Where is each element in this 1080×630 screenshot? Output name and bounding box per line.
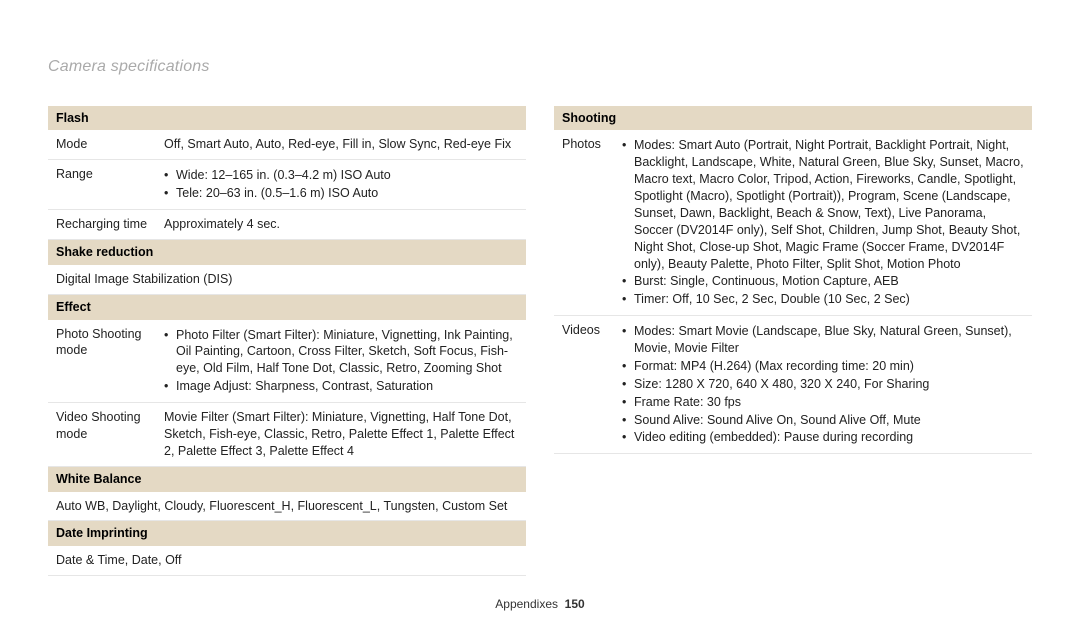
row-effect-video: Video Shooting mode Movie Filter (Smart … [48,403,526,467]
list-item: Wide: 12–165 in. (0.3–4.2 m) ISO Auto [164,167,518,184]
value-effect-video: Movie Filter (Smart Filter): Miniature, … [164,409,518,460]
section-flash-header: Flash [48,106,526,131]
section-effect-header: Effect [48,295,526,320]
left-column: Flash Mode Off, Smart Auto, Auto, Red-ey… [48,106,526,577]
value-flash-range: Wide: 12–165 in. (0.3–4.2 m) ISO Auto Te… [164,166,518,203]
page-title: Camera specifications [48,56,1032,78]
row-shooting-photos: Photos Modes: Smart Auto (Portrait, Nigh… [554,130,1032,316]
label-flash-range: Range [56,166,164,183]
list-item: Image Adjust: Sharpness, Contrast, Satur… [164,378,518,395]
label-flash-recharge: Recharging time [56,216,164,233]
row-shooting-videos: Videos Modes: Smart Movie (Landscape, Bl… [554,316,1032,454]
list-item: Tele: 20–63 in. (0.5–1.6 m) ISO Auto [164,185,518,202]
row-flash-recharge: Recharging time Approximately 4 sec. [48,210,526,240]
list-item: Modes: Smart Movie (Landscape, Blue Sky,… [622,323,1024,357]
columns: Flash Mode Off, Smart Auto, Auto, Red-ey… [48,106,1032,577]
right-column: Shooting Photos Modes: Smart Auto (Portr… [554,106,1032,577]
value-flash-recharge: Approximately 4 sec. [164,216,518,233]
value-flash-mode: Off, Smart Auto, Auto, Red-eye, Fill in,… [164,136,518,153]
list-item: Sound Alive: Sound Alive On, Sound Alive… [622,412,1024,429]
row-flash-mode: Mode Off, Smart Auto, Auto, Red-eye, Fil… [48,130,526,160]
row-date: Date & Time, Date, Off [48,546,526,576]
effect-photo-bullets: Photo Filter (Smart Filter): Miniature, … [164,327,518,396]
list-item: Frame Rate: 30 fps [622,394,1024,411]
list-item: Format: MP4 (H.264) (Max recording time:… [622,358,1024,375]
list-item: Burst: Single, Continuous, Motion Captur… [622,273,1024,290]
footer-section: Appendixes [495,597,558,611]
shooting-videos-bullets: Modes: Smart Movie (Landscape, Blue Sky,… [622,323,1024,446]
label-flash-mode: Mode [56,136,164,153]
value-shooting-videos: Modes: Smart Movie (Landscape, Blue Sky,… [622,322,1024,447]
row-shake: Digital Image Stabilization (DIS) [48,265,526,295]
footer-page-number: 150 [565,597,585,611]
row-flash-range: Range Wide: 12–165 in. (0.3–4.2 m) ISO A… [48,160,526,210]
row-wb: Auto WB, Daylight, Cloudy, Fluorescent_H… [48,492,526,522]
row-effect-photo: Photo Shooting mode Photo Filter (Smart … [48,320,526,404]
label-shooting-videos: Videos [562,322,622,339]
label-shooting-photos: Photos [562,136,622,153]
value-effect-photo: Photo Filter (Smart Filter): Miniature, … [164,326,518,397]
section-shooting-header: Shooting [554,106,1032,131]
value-shooting-photos: Modes: Smart Auto (Portrait, Night Portr… [622,136,1024,309]
page: Camera specifications Flash Mode Off, Sm… [0,0,1080,576]
list-item: Video editing (embedded): Pause during r… [622,429,1024,446]
list-item: Timer: Off, 10 Sec, 2 Sec, Double (10 Se… [622,291,1024,308]
page-footer: Appendixes 150 [0,596,1080,612]
section-shake-header: Shake reduction [48,240,526,265]
list-item: Photo Filter (Smart Filter): Miniature, … [164,327,518,378]
label-effect-video: Video Shooting mode [56,409,164,443]
list-item: Size: 1280 X 720, 640 X 480, 320 X 240, … [622,376,1024,393]
list-item: Modes: Smart Auto (Portrait, Night Portr… [622,137,1024,272]
flash-range-bullets: Wide: 12–165 in. (0.3–4.2 m) ISO Auto Te… [164,167,518,202]
label-effect-photo: Photo Shooting mode [56,326,164,360]
shooting-photos-bullets: Modes: Smart Auto (Portrait, Night Portr… [622,137,1024,308]
section-wb-header: White Balance [48,467,526,492]
section-date-header: Date Imprinting [48,521,526,546]
